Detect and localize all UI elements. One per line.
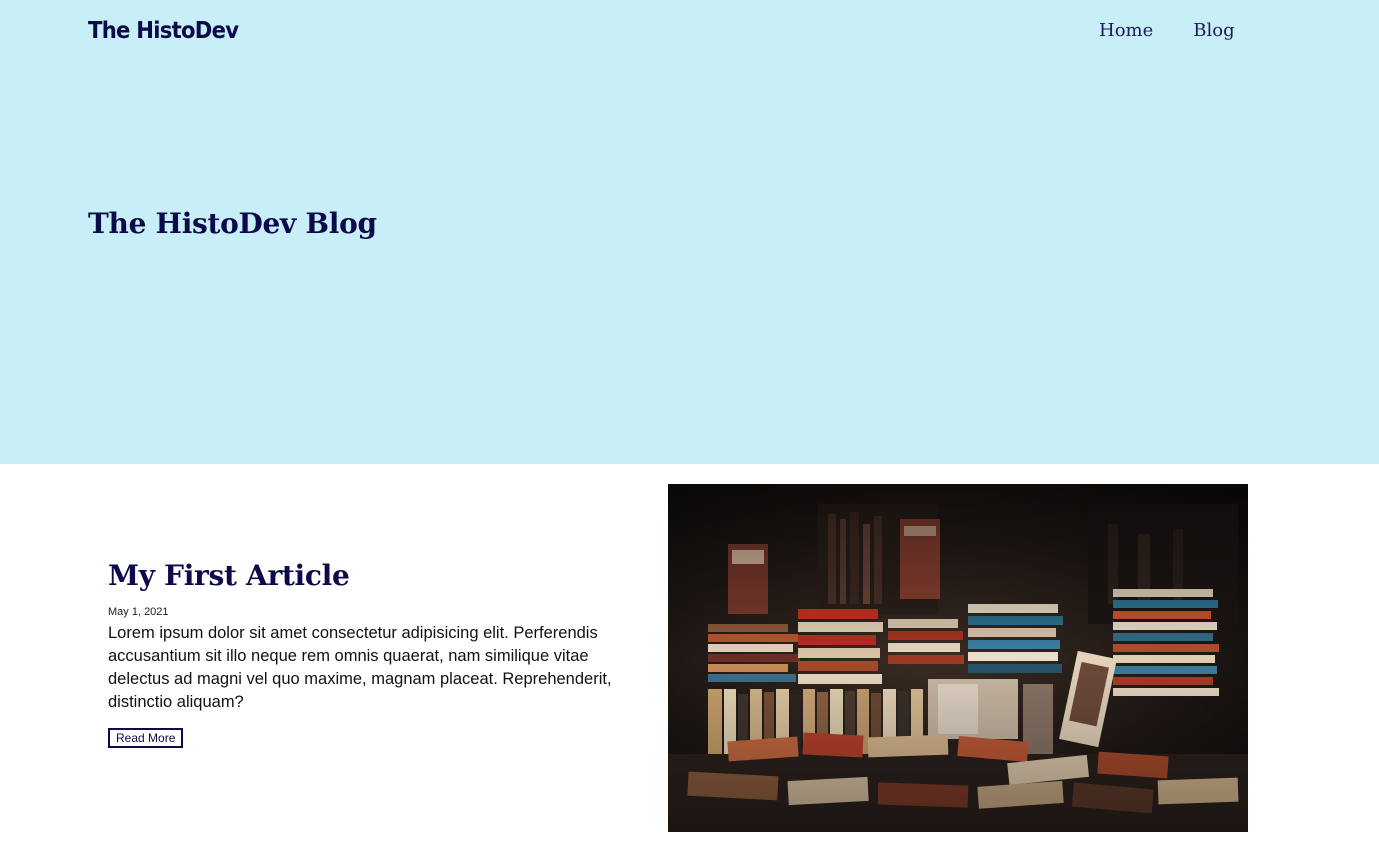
nav-link-blog[interactable]: Blog xyxy=(1193,20,1234,41)
article-title[interactable]: My First Article xyxy=(108,558,638,594)
article-card: My First Article May 1, 2021 Lorem ipsum… xyxy=(108,558,638,748)
bookstore-photo-icon xyxy=(668,484,1248,832)
read-more-button[interactable]: Read More xyxy=(108,728,184,748)
article-date: May 1, 2021 xyxy=(108,606,169,618)
article-image xyxy=(668,484,1248,832)
hero-banner: The HistoDev Home Blog The HistoDev Blog xyxy=(0,0,1379,464)
article-excerpt: Lorem ipsum dolor sit amet consectetur a… xyxy=(108,624,612,711)
site-logo[interactable]: The HistoDev xyxy=(88,18,239,44)
nav-link-home[interactable]: Home xyxy=(1099,20,1153,41)
page-title: The HistoDev Blog xyxy=(88,207,377,240)
main-nav: Home Blog xyxy=(1099,20,1235,41)
